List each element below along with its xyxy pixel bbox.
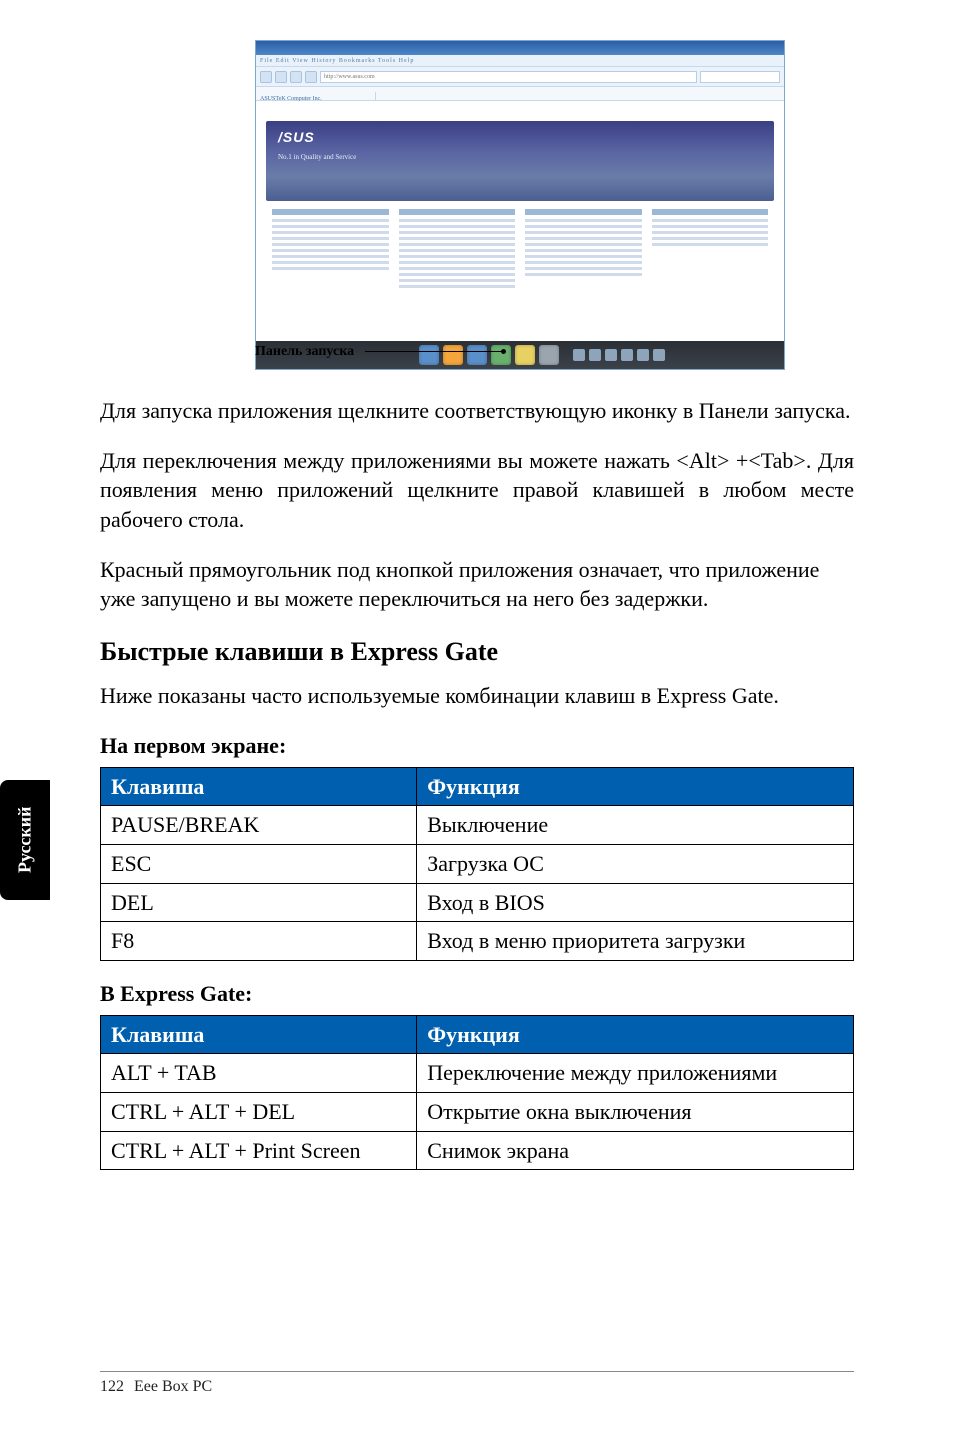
window-titlebar xyxy=(256,41,784,55)
cell-key: ALT + TAB xyxy=(101,1054,417,1093)
cell-key: F8 xyxy=(101,922,417,961)
cell-func: Вход в меню приоритета загрузки xyxy=(417,922,854,961)
section-heading: Быстрые клавиши в Express Gate xyxy=(100,634,854,669)
cell-key: CTRL + ALT + DEL xyxy=(101,1093,417,1132)
cell-func: Снимок экрана xyxy=(417,1131,854,1170)
tray-icon xyxy=(621,349,633,361)
asus-banner: /SUS No.1 in Quality and Service xyxy=(266,121,774,201)
tray-icon xyxy=(605,349,617,361)
launch-icon xyxy=(419,345,439,365)
table-header-func: Функция xyxy=(417,1015,854,1054)
paragraph: Для запуска приложения щелкните соответс… xyxy=(100,396,854,426)
browser-window-mock: File Edit View History Bookmarks Tools H… xyxy=(255,40,785,370)
browser-toolbar: http://www.asus.com xyxy=(256,67,784,87)
cell-func: Переключение между приложениями xyxy=(417,1054,854,1093)
asus-tagline: No.1 in Quality and Service xyxy=(278,153,356,161)
reload-icon xyxy=(290,71,302,83)
cell-func: Выключение xyxy=(417,806,854,845)
launch-icon xyxy=(491,345,511,365)
paragraph: Красный прямоугольник под кнопкой прилож… xyxy=(100,555,854,614)
page-footer: 122 Eee Box PC xyxy=(100,1371,854,1396)
link-columns xyxy=(256,209,784,291)
section-intro: Ниже показаны часто используемые комбина… xyxy=(100,681,854,711)
tray-icon xyxy=(653,349,665,361)
table-row: F8 Вход в меню приоритета загрузки xyxy=(101,922,854,961)
shortcut-table-first-screen: Клавиша Функция PAUSE/BREAK Выключение E… xyxy=(100,767,854,961)
table-header-func: Функция xyxy=(417,767,854,806)
page-number: 122 xyxy=(100,1378,124,1396)
tray-icon xyxy=(589,349,601,361)
stop-icon xyxy=(305,71,317,83)
table-row: CTRL + ALT + DEL Открытие окна выключени… xyxy=(101,1093,854,1132)
launch-icon xyxy=(467,345,487,365)
tray-icons xyxy=(573,349,665,361)
paragraph: Для переключения между приложениями вы м… xyxy=(100,446,854,535)
tray-icon xyxy=(573,349,585,361)
book-title: Eee Box PC xyxy=(134,1378,212,1396)
table-caption: На первом экране: xyxy=(100,731,854,761)
cell-key: PAUSE/BREAK xyxy=(101,806,417,845)
launch-icon xyxy=(539,345,559,365)
page-body: /SUS No.1 in Quality and Service xyxy=(256,101,784,341)
table-row: CTRL + ALT + Print Screen Снимок экрана xyxy=(101,1131,854,1170)
table-row: ESC Загрузка ОС xyxy=(101,844,854,883)
cell-func: Открытие окна выключения xyxy=(417,1093,854,1132)
browser-tabstrip: ASUSTeK Computer Inc. xyxy=(256,87,784,101)
table-row: PAUSE/BREAK Выключение xyxy=(101,806,854,845)
launch-icon xyxy=(515,345,535,365)
asus-logo: /SUS xyxy=(278,129,315,145)
table-row: ALT + TAB Переключение между приложениям… xyxy=(101,1054,854,1093)
launch-icon xyxy=(443,345,463,365)
url-bar: http://www.asus.com xyxy=(320,71,697,83)
shortcut-table-express-gate: Клавиша Функция ALT + TAB Переключение м… xyxy=(100,1015,854,1171)
page-content: File Edit View History Bookmarks Tools H… xyxy=(100,40,854,1398)
table-header-key: Клавиша xyxy=(101,1015,417,1054)
nav-back-icon xyxy=(260,71,272,83)
nav-forward-icon xyxy=(275,71,287,83)
cell-func: Вход в BIOS xyxy=(417,883,854,922)
callout-label: Панель запуска xyxy=(255,344,354,360)
language-tab: Русский xyxy=(0,780,50,900)
cell-func: Загрузка ОС xyxy=(417,844,854,883)
search-box xyxy=(700,71,780,83)
cell-key: ESC xyxy=(101,844,417,883)
browser-menubar: File Edit View History Bookmarks Tools H… xyxy=(256,55,784,67)
screenshot-figure: File Edit View History Bookmarks Tools H… xyxy=(255,40,785,370)
body-text: Для запуска приложения щелкните соответс… xyxy=(100,396,854,1170)
table-caption: В Express Gate: xyxy=(100,979,854,1009)
table-row: DEL Вход в BIOS xyxy=(101,883,854,922)
table-header-key: Клавиша xyxy=(101,767,417,806)
cell-key: DEL xyxy=(101,883,417,922)
tray-icon xyxy=(637,349,649,361)
cell-key: CTRL + ALT + Print Screen xyxy=(101,1131,417,1170)
callout-leader-line xyxy=(365,351,505,352)
